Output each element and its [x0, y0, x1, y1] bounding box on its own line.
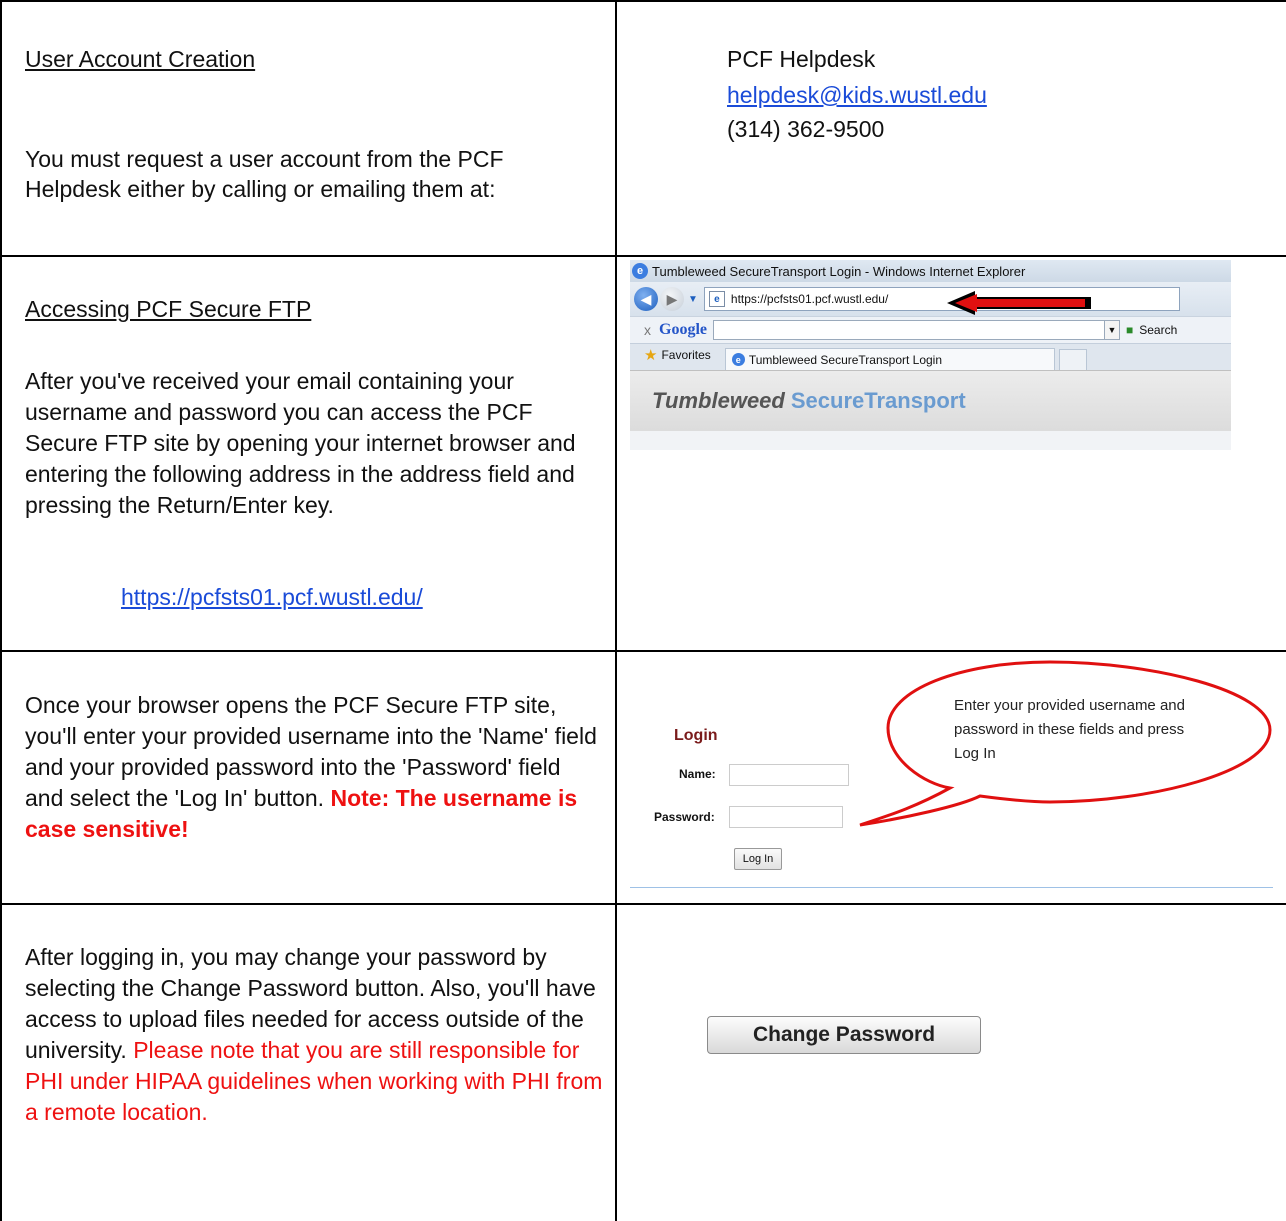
browser-screenshot: e Tumbleweed SecureTransport Login - Win… [630, 260, 1231, 450]
history-dropdown-icon: ▼ [688, 293, 698, 305]
login-divider [630, 887, 1273, 888]
page-icon: e [708, 291, 725, 307]
star-icon: ★ [644, 347, 658, 364]
tumbleweed-banner: Tumbleweed SecureTransport [630, 370, 1231, 431]
ie-logo-icon: e [632, 263, 648, 279]
section-heading-account-creation: User Account Creation [25, 46, 256, 72]
browser-tab: e Tumbleweed SecureTransport Login [724, 348, 1055, 370]
callout-text: Enter your provided username and passwor… [954, 697, 1185, 762]
table-row-divider [0, 650, 1286, 652]
table-row-divider [0, 903, 1286, 905]
chevron-down-icon: ▼ [1104, 320, 1120, 340]
account-creation-body: You must request a user account from the… [25, 146, 504, 202]
favorites-button: ★ Favorites [630, 346, 725, 370]
browser-nav-bar: ◀ ▶ ▼ e https://pcfsts01.pcf.wustl.edu/ [630, 282, 1231, 316]
secure-ftp-body: After you've received your email contain… [25, 368, 576, 518]
helpdesk-phone: (314) 362-9500 [727, 116, 885, 142]
address-bar-url: https://pcfsts01.pcf.wustl.edu/ [730, 292, 889, 306]
change-password-button[interactable]: Change Password [707, 1016, 981, 1054]
brand-part-2: SecureTransport [790, 388, 966, 413]
favorites-label: Favorites [661, 348, 711, 362]
google-logo: Google [659, 321, 707, 338]
log-in-button: Log In [734, 848, 782, 870]
login-instructions: Once your browser opens the PCF Secure F… [25, 690, 605, 845]
document-page: User Account Creation You must request a… [0, 0, 1286, 1221]
table-row-divider [0, 255, 1286, 257]
google-search-box [713, 320, 1105, 340]
helpdesk-email-link[interactable]: helpdesk@kids.wustl.edu [727, 80, 987, 110]
ie-logo-icon: e [731, 353, 745, 366]
table-border-top [0, 0, 1286, 2]
change-password-instructions: After logging in, you may change your pa… [25, 942, 605, 1128]
google-search-label: Search [1139, 323, 1178, 337]
browser-tab-label: Tumbleweed SecureTransport Login [748, 352, 943, 367]
section-heading-secure-ftp: Accessing PCF Secure FTP [25, 296, 312, 322]
secure-ftp-url-link[interactable]: https://pcfsts01.pcf.wustl.edu/ [121, 582, 423, 612]
browser-tab-bar: ★ Favorites e Tumbleweed SecureTransport … [630, 343, 1231, 370]
back-arrow-icon: ◀ [634, 287, 658, 311]
address-bar: e https://pcfsts01.pcf.wustl.edu/ [703, 287, 1180, 315]
table-border-left [0, 0, 2, 1221]
login-screenshot: Login Name: Password: Log In Enter your … [630, 660, 1275, 888]
table-column-divider [615, 0, 617, 1221]
helpdesk-name: PCF Helpdesk [727, 46, 876, 72]
search-icon: ■ [1126, 323, 1134, 337]
browser-title-text: Tumbleweed SecureTransport Login - Windo… [652, 263, 1026, 279]
red-arrow-icon [946, 291, 1091, 315]
forward-arrow-icon: ▶ [660, 287, 684, 311]
google-toolbar: x Google ▼ ■ Search [630, 316, 1231, 343]
close-icon: x [644, 322, 651, 338]
browser-title-bar: e Tumbleweed SecureTransport Login - Win… [630, 260, 1231, 282]
new-tab-button [1058, 349, 1087, 370]
brand-part-1: Tumbleweed [652, 388, 785, 413]
